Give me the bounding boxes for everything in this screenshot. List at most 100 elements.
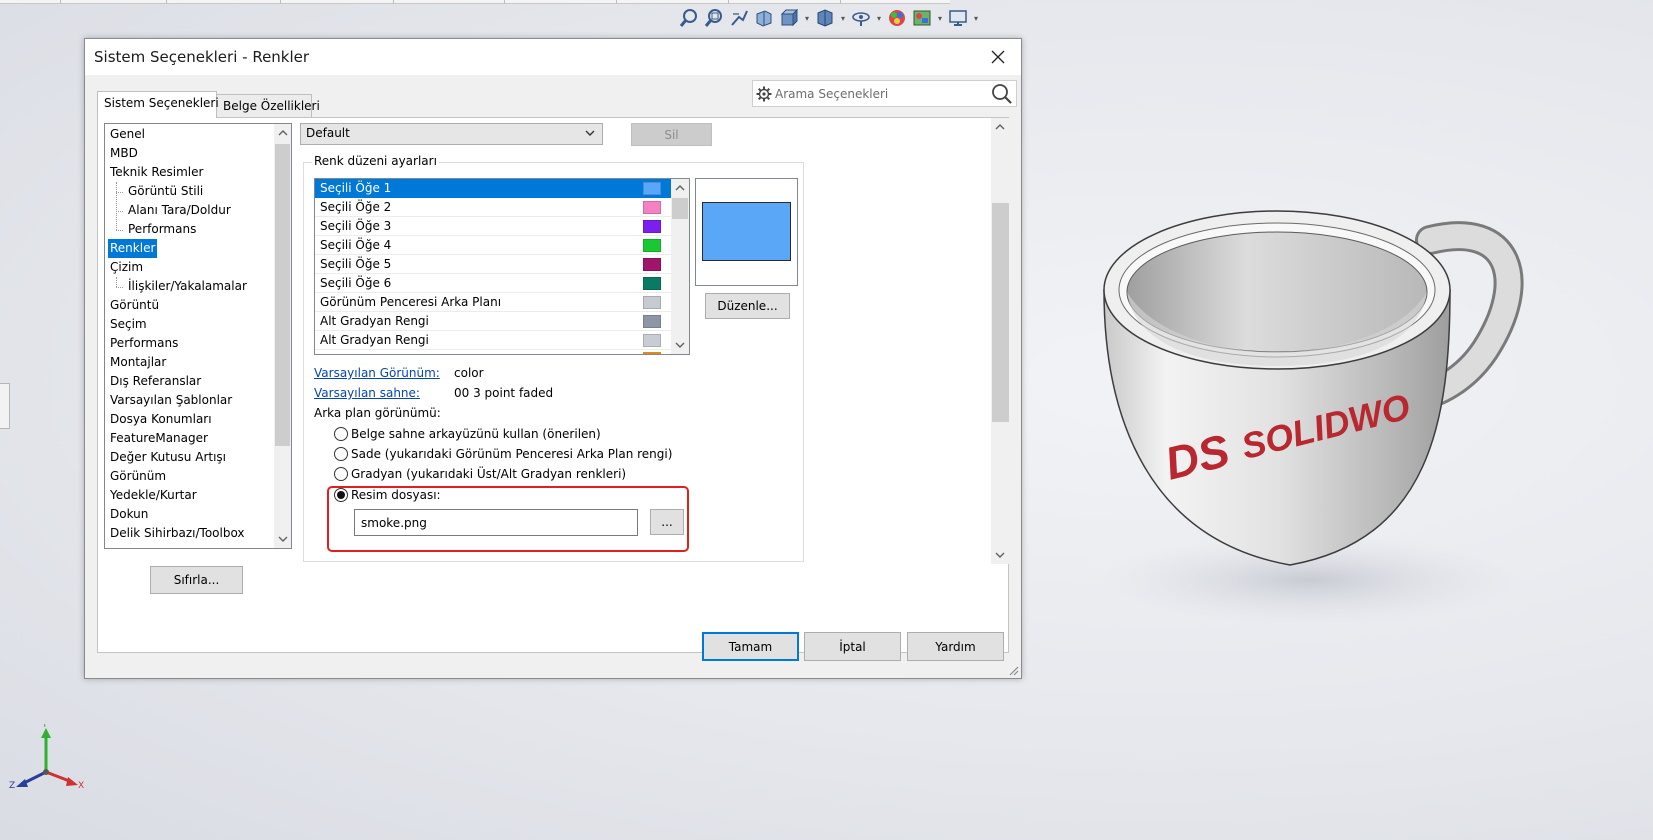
list-scrollbar[interactable] [671, 179, 689, 354]
list-item-label: Görünüm Penceresi Arka Planı [320, 295, 502, 309]
list-item[interactable]: Seçili Öğe 2 [315, 198, 672, 217]
list-item[interactable]: Görünüm Penceresi Arka Planı [315, 293, 672, 312]
color-item-list[interactable]: Seçili Öğe 1 Seçili Öğe 2 Seçili Öğe 3 S… [314, 178, 690, 355]
hide-show-items-icon[interactable] [850, 7, 872, 29]
radio-image-file[interactable] [334, 488, 348, 502]
default-appearance-link[interactable]: Varsayılan Görünüm: [314, 366, 440, 380]
delete-button[interactable]: Sil [631, 123, 712, 146]
nav-item-featuremanager[interactable]: FeatureManager [108, 429, 210, 448]
browse-button[interactable]: ... [650, 509, 684, 535]
ok-button[interactable]: Tamam [702, 632, 799, 661]
scroll-down-icon[interactable] [991, 547, 1008, 564]
nav-item-montajlar[interactable]: Montajlar [108, 353, 168, 372]
nav-item-secim[interactable]: Seçim [108, 315, 149, 334]
list-item[interactable]: Seçili Öğe 5 [315, 255, 672, 274]
options-tree[interactable]: Genel MBD Teknik Resimler Görüntü Stili … [104, 123, 292, 549]
gear-icon[interactable] [756, 86, 772, 102]
previous-view-icon[interactable] [728, 7, 750, 29]
search-input[interactable] [773, 84, 983, 103]
mug-model[interactable]: DS SOLIDWO [1090, 210, 1530, 630]
side-panel-handle[interactable] [0, 383, 10, 429]
radio-gradient-label[interactable]: Gradyan (yukarıdaki Üst/Alt Gradyan renk… [351, 467, 626, 481]
list-item-label: Seçili Öğe 3 [320, 219, 392, 233]
tab-belge-ozellikleri[interactable]: Belge Özellikleri [216, 94, 320, 118]
nav-item-iliskiler-yakalamalar[interactable]: İlişkiler/Yakalamalar [126, 277, 249, 296]
color-swatch-partial [643, 352, 661, 354]
scroll-thumb[interactable] [992, 203, 1009, 422]
edit-color-button[interactable]: Düzenle... [705, 293, 790, 319]
scroll-up-icon[interactable] [274, 124, 291, 141]
section-view-icon[interactable] [753, 7, 775, 29]
radio-document-scene-label[interactable]: Belge sahne arkayüzünü kullan (önerilen) [351, 427, 601, 441]
nav-item-dis-referanslar[interactable]: Dış Referanslar [108, 372, 203, 391]
list-item[interactable]: Seçili Öğe 1 [315, 179, 672, 198]
close-button[interactable] [975, 39, 1021, 75]
scroll-down-icon[interactable] [671, 337, 688, 354]
scroll-thumb[interactable] [275, 144, 290, 446]
tab-sistem-secenekleri[interactable]: Sistem Seçenekleri [97, 91, 219, 118]
axis-z-label: Z [9, 781, 15, 791]
nav-item-goruntu-stili[interactable]: Görüntü Stili [126, 182, 205, 201]
view-orientation-icon[interactable] [778, 7, 800, 29]
list-item-label: Seçili Öğe 1 [320, 181, 392, 195]
list-item[interactable]: Seçili Öğe 6 [315, 274, 672, 293]
nav-item-performans-sub[interactable]: Performans [126, 220, 198, 239]
background-appearance-label: Arka plan görünümü: [314, 406, 441, 420]
list-item[interactable]: Seçili Öğe 4 [315, 236, 672, 255]
display-style-icon[interactable] [814, 7, 836, 29]
nav-item-performans[interactable]: Performans [108, 334, 180, 353]
color-swatch [643, 315, 661, 328]
tree-scrollbar[interactable] [274, 124, 291, 548]
zoom-to-fit-icon[interactable] [678, 7, 700, 29]
nav-item-delik-sihirbazi-toolbox[interactable]: Delik Sihirbazı/Toolbox [108, 524, 247, 543]
nav-item-yedekle-kurtar[interactable]: Yedekle/Kurtar [108, 486, 199, 505]
nav-item-dokun[interactable]: Dokun [108, 505, 150, 524]
search-icon[interactable] [991, 83, 1013, 105]
search-box[interactable] [752, 80, 1017, 107]
nav-item-deger-kutusu-artisi[interactable]: Değer Kutusu Artışı [108, 448, 228, 467]
chevron-down-icon[interactable]: ▾ [936, 14, 944, 23]
list-item[interactable]: Alt Gradyan Rengi [315, 331, 672, 350]
view-settings-icon[interactable] [947, 7, 969, 29]
nav-item-gorunum[interactable]: Görünüm [108, 467, 168, 486]
nav-item-alani-tara-doldur[interactable]: Alanı Tara/Doldur [126, 201, 233, 220]
nav-item-cizim[interactable]: Çizim [108, 258, 145, 277]
nav-item-renkler[interactable]: Renkler [108, 239, 158, 258]
chevron-down-icon[interactable]: ▾ [803, 14, 811, 23]
radio-image-file-label[interactable]: Resim dosyası: [351, 488, 441, 502]
list-item[interactable]: Seçili Öğe 3 [315, 217, 672, 236]
cancel-button[interactable]: İptal [804, 632, 901, 661]
nav-item-varsayilan-sablonlar[interactable]: Varsayılan Şablonlar [108, 391, 234, 410]
nav-item-mbd[interactable]: MBD [108, 144, 140, 163]
color-swatch [643, 258, 661, 271]
apply-scene-icon[interactable] [911, 7, 933, 29]
panel-scrollbar[interactable] [991, 118, 1009, 564]
edit-appearance-icon[interactable] [886, 7, 908, 29]
resize-grip-icon[interactable] [1007, 664, 1019, 676]
default-scene-link[interactable]: Varsayılan sahne: [314, 386, 420, 400]
zoom-to-area-icon[interactable] [703, 7, 725, 29]
list-item[interactable]: Alt Gradyan Rengi [315, 312, 672, 331]
color-scheme-select[interactable]: Default [300, 123, 603, 145]
radio-plain[interactable] [334, 447, 348, 461]
list-item-label: Seçili Öğe 2 [320, 200, 392, 214]
scroll-up-icon[interactable] [671, 179, 688, 196]
chevron-down-icon[interactable]: ▾ [839, 14, 847, 23]
image-file-input[interactable] [354, 509, 638, 536]
radio-document-scene[interactable] [334, 427, 348, 441]
nav-item-dosya-konumlari[interactable]: Dosya Konumları [108, 410, 214, 429]
reset-button[interactable]: Sıfırla... [150, 566, 243, 594]
chevron-down-icon[interactable]: ▾ [875, 14, 883, 23]
nav-item-teknik-resimler[interactable]: Teknik Resimler [108, 163, 205, 182]
color-preview [695, 178, 798, 286]
chevron-down-icon[interactable]: ▾ [972, 14, 980, 23]
scroll-up-icon[interactable] [991, 118, 1008, 135]
help-button[interactable]: Yardım [907, 632, 1004, 661]
radio-gradient[interactable] [334, 467, 348, 481]
nav-item-goruntu[interactable]: Görüntü [108, 296, 161, 315]
scroll-down-icon[interactable] [274, 531, 291, 548]
scroll-thumb[interactable] [672, 198, 688, 219]
nav-item-genel[interactable]: Genel [108, 125, 147, 144]
dialog-title-bar[interactable]: Sistem Seçenekleri - Renkler [85, 39, 1021, 75]
radio-plain-label[interactable]: Sade (yukarıdaki Görünüm Penceresi Arka … [351, 447, 672, 461]
